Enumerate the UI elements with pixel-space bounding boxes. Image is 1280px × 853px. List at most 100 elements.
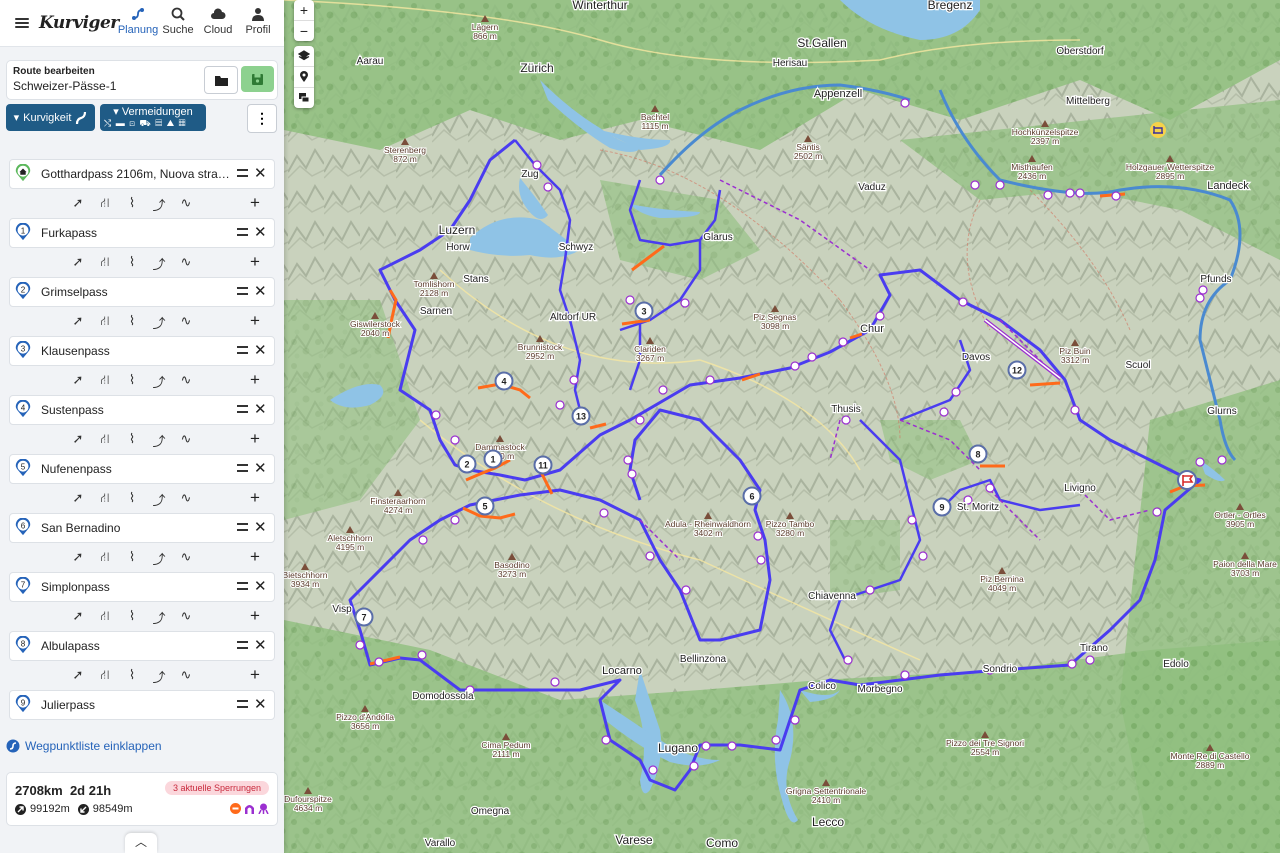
very-curvy-icon[interactable]: ∿ — [178, 254, 194, 270]
waypoint-item[interactable]: 8 Albulapass ✕ — [9, 631, 275, 661]
map-waypoint-marker[interactable]: 6 — [742, 486, 762, 506]
mountain-pass-poi-icon[interactable] — [756, 555, 766, 565]
waypoint-item[interactable]: 1 Furkapass ✕ — [9, 218, 275, 248]
zoom-in-button[interactable]: + — [294, 0, 314, 20]
waypoint-item[interactable]: 5 Nufenenpass ✕ — [9, 454, 275, 484]
slightly-curvy-icon[interactable]: ⌇ — [124, 549, 140, 565]
insert-waypoint-button[interactable]: + — [250, 724, 260, 727]
highway-icon[interactable]: ⛙ — [97, 431, 113, 449]
menu-icon[interactable] — [15, 18, 29, 28]
mountain-pass-poi-icon[interactable] — [1111, 191, 1121, 201]
mountain-pass-poi-icon[interactable] — [532, 160, 542, 170]
route-name[interactable]: Schweizer-Pässe-1 — [13, 79, 116, 93]
drag-handle-icon[interactable] — [237, 641, 248, 649]
curvy-icon[interactable]: ⤴ — [151, 490, 167, 509]
mountain-pass-poi-icon[interactable] — [907, 515, 917, 525]
hotel-poi-icon[interactable] — [1150, 122, 1166, 138]
mountain-pass-poi-icon[interactable] — [1070, 405, 1080, 415]
map-waypoint-marker[interactable]: 7 — [354, 607, 374, 627]
remove-waypoint-button[interactable]: ✕ — [254, 518, 267, 536]
mountain-pass-poi-icon[interactable] — [790, 715, 800, 725]
drag-handle-icon[interactable] — [237, 228, 248, 236]
drag-handle-icon[interactable] — [237, 464, 248, 472]
mountain-pass-poi-icon[interactable] — [681, 585, 691, 595]
drag-handle-icon[interactable] — [237, 582, 248, 590]
mountain-pass-poi-icon[interactable] — [623, 455, 633, 465]
mountain-pass-poi-icon[interactable] — [753, 531, 763, 541]
insert-waypoint-button[interactable]: + — [250, 547, 260, 567]
slightly-curvy-icon[interactable]: ⌇ — [124, 667, 140, 683]
waypoint-item[interactable]: 2 Grimselpass ✕ — [9, 277, 275, 307]
mountain-pass-poi-icon[interactable] — [417, 650, 427, 660]
map-waypoint-marker[interactable]: 12 — [1007, 360, 1027, 380]
mountain-pass-poi-icon[interactable] — [431, 410, 441, 420]
insert-waypoint-button[interactable]: + — [250, 252, 260, 272]
mountain-pass-poi-icon[interactable] — [1152, 507, 1162, 517]
mountain-pass-poi-icon[interactable] — [865, 585, 875, 595]
mountain-pass-poi-icon[interactable] — [689, 761, 699, 771]
mountain-pass-poi-icon[interactable] — [543, 182, 553, 192]
avoidances-button[interactable]: ▾ Vermeidungen ⤭ ▬ ⊡ ⛟ ▤ ⛰ ▦ — [100, 104, 206, 131]
mountain-pass-poi-icon[interactable] — [658, 385, 668, 395]
very-curvy-icon[interactable]: ∿ — [178, 726, 194, 727]
mountain-pass-poi-icon[interactable] — [951, 387, 961, 397]
mountain-pass-poi-icon[interactable] — [627, 469, 637, 479]
fastest-icon[interactable]: ➚ — [70, 490, 86, 506]
highway-icon[interactable]: ⛙ — [97, 549, 113, 567]
slightly-curvy-icon[interactable]: ⌇ — [124, 431, 140, 447]
mountain-pass-poi-icon[interactable] — [841, 415, 851, 425]
map-waypoint-marker[interactable]: 1 — [483, 449, 503, 469]
curvy-icon[interactable]: ⤴ — [151, 608, 167, 627]
fastest-icon[interactable]: ➚ — [70, 431, 86, 447]
expand-panel-button[interactable]: ︿ — [125, 833, 157, 853]
insert-waypoint-button[interactable]: + — [250, 311, 260, 331]
map-waypoint-marker[interactable]: 9 — [932, 497, 952, 517]
mountain-pass-poi-icon[interactable] — [1085, 655, 1095, 665]
remove-waypoint-button[interactable]: ✕ — [254, 341, 267, 359]
more-options-button[interactable]: ⋮ — [247, 104, 277, 133]
mountain-pass-poi-icon[interactable] — [958, 297, 968, 307]
map-waypoint-marker[interactable]: 3 — [634, 301, 654, 321]
very-curvy-icon[interactable]: ∿ — [178, 490, 194, 506]
mountain-pass-poi-icon[interactable] — [550, 677, 560, 687]
drag-handle-icon[interactable] — [237, 700, 248, 708]
highway-icon[interactable]: ⛙ — [97, 726, 113, 727]
insert-waypoint-button[interactable]: + — [250, 488, 260, 508]
map-waypoint-marker[interactable]: 13 — [571, 406, 591, 426]
remove-waypoint-button[interactable]: ✕ — [254, 400, 267, 418]
mountain-pass-poi-icon[interactable] — [705, 375, 715, 385]
mountain-pass-poi-icon[interactable] — [648, 765, 658, 775]
waypoint-item[interactable]: 4 Sustenpass ✕ — [9, 395, 275, 425]
mountain-pass-poi-icon[interactable] — [374, 657, 384, 667]
fastest-icon[interactable]: ➚ — [70, 549, 86, 565]
remove-waypoint-button[interactable]: ✕ — [254, 695, 267, 713]
mountain-pass-poi-icon[interactable] — [645, 551, 655, 561]
drag-handle-icon[interactable] — [237, 523, 248, 531]
insert-waypoint-button[interactable]: + — [250, 193, 260, 213]
curvy-icon[interactable]: ⤴ — [151, 195, 167, 214]
mountain-pass-poi-icon[interactable] — [701, 741, 711, 751]
mountain-pass-poi-icon[interactable] — [900, 98, 910, 108]
mountain-pass-poi-icon[interactable] — [625, 295, 635, 305]
mountain-pass-poi-icon[interactable] — [939, 407, 949, 417]
highway-icon[interactable]: ⛙ — [97, 372, 113, 390]
very-curvy-icon[interactable]: ∿ — [178, 608, 194, 624]
curvy-icon[interactable]: ⤴ — [151, 254, 167, 273]
map-waypoint-marker[interactable]: 4 — [494, 371, 514, 391]
drag-handle-icon[interactable] — [237, 169, 248, 177]
mountain-pass-poi-icon[interactable] — [1075, 188, 1085, 198]
nav-cloud[interactable]: Cloud — [198, 6, 238, 36]
drag-handle-icon[interactable] — [237, 405, 248, 413]
curvy-icon[interactable]: ⤴ — [151, 667, 167, 686]
fastest-icon[interactable]: ➚ — [70, 313, 86, 329]
mountain-pass-poi-icon[interactable] — [418, 535, 428, 545]
remove-waypoint-button[interactable]: ✕ — [254, 164, 267, 182]
mountain-pass-poi-icon[interactable] — [790, 361, 800, 371]
mountain-pass-poi-icon[interactable] — [1217, 455, 1227, 465]
mountain-pass-poi-icon[interactable] — [771, 735, 781, 745]
highway-icon[interactable]: ⛙ — [97, 490, 113, 508]
drag-handle-icon[interactable] — [237, 287, 248, 295]
very-curvy-icon[interactable]: ∿ — [178, 195, 194, 211]
waypoint-item[interactable]: 7 Simplonpass ✕ — [9, 572, 275, 602]
zoom-out-button[interactable]: − — [294, 20, 314, 41]
